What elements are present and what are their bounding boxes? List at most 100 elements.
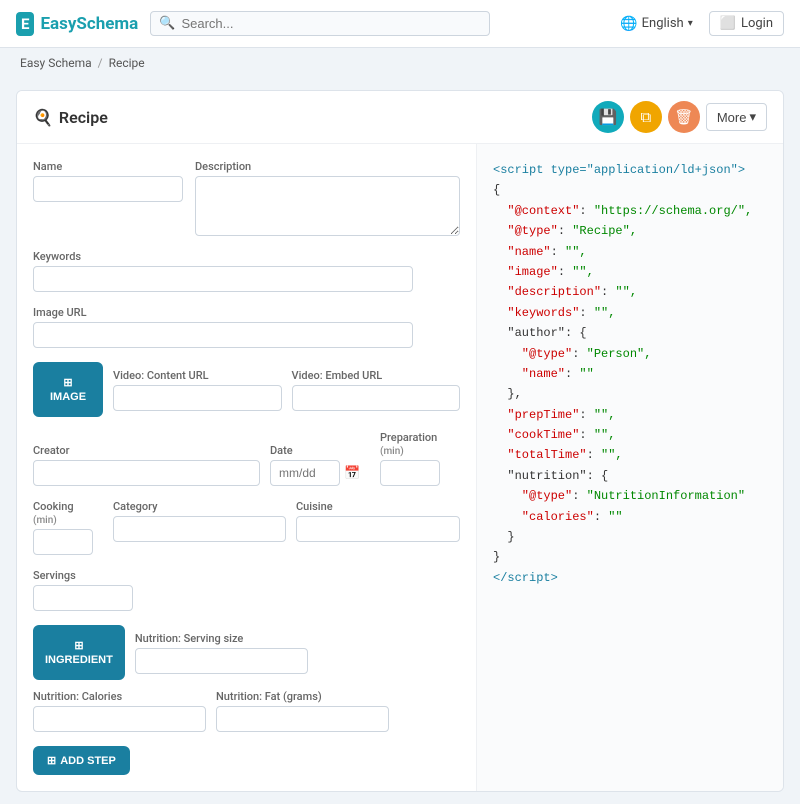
code-line: "@type": "NutritionInformation" bbox=[493, 486, 767, 506]
description-input[interactable] bbox=[195, 176, 460, 236]
video-content-input[interactable] bbox=[113, 385, 282, 411]
image-plus-icon: ⊞ bbox=[63, 376, 72, 389]
code-display: <script type="application/ld+json">{ "@c… bbox=[493, 160, 767, 588]
page-title: 🍳 Recipe bbox=[33, 108, 584, 127]
keywords-row: Keywords bbox=[33, 250, 460, 292]
breadcrumb-root[interactable]: Easy Schema bbox=[20, 56, 92, 70]
code-line: }, bbox=[493, 384, 767, 404]
search-bar[interactable]: 🔍 bbox=[150, 11, 490, 36]
prep-input[interactable]: 0 bbox=[380, 460, 440, 486]
code-line: "keywords": "", bbox=[493, 303, 767, 323]
code-line: "calories": "" bbox=[493, 507, 767, 527]
code-line: </script> bbox=[493, 568, 767, 588]
description-field: Description bbox=[195, 160, 460, 236]
nutrition-calories-input[interactable] bbox=[33, 706, 206, 732]
nutrition-calories-label: Nutrition: Calories bbox=[33, 690, 206, 703]
creator-input[interactable] bbox=[33, 460, 260, 486]
keywords-input[interactable] bbox=[33, 266, 413, 292]
logo-text: EasySchema bbox=[40, 14, 138, 34]
creator-field: Creator bbox=[33, 444, 260, 486]
code-line: <script type="application/ld+json"> bbox=[493, 160, 767, 180]
cooking-input[interactable]: 0 bbox=[33, 529, 93, 555]
more-label: More bbox=[717, 110, 747, 125]
code-line: "@context": "https://schema.org/", bbox=[493, 201, 767, 221]
cuisine-input[interactable] bbox=[296, 516, 460, 542]
two-column-layout: Name Description Keywords Image URL bbox=[17, 144, 783, 791]
more-button[interactable]: More ▾ bbox=[706, 103, 767, 131]
video-embed-input[interactable] bbox=[292, 385, 461, 411]
language-selector[interactable]: 🌐 English ▾ bbox=[620, 16, 693, 32]
video-embed-field: Video: Embed URL bbox=[292, 369, 461, 411]
nutrition-calories-field: Nutrition: Calories bbox=[33, 690, 206, 732]
cook-category-row: Cooking (min) 0 Category Cuisine bbox=[33, 500, 460, 555]
save-button[interactable]: 💾 bbox=[592, 101, 624, 133]
cooking-sublabel: (min) bbox=[33, 515, 57, 526]
addstep-row: ⊞ ADD STEP bbox=[33, 746, 460, 775]
video-content-label: Video: Content URL bbox=[113, 369, 282, 382]
date-label: Date bbox=[270, 444, 370, 457]
servings-label: Servings bbox=[33, 569, 460, 582]
image-button[interactable]: ⊞ IMAGE bbox=[33, 362, 103, 417]
name-field: Name bbox=[33, 160, 183, 202]
name-input[interactable] bbox=[33, 176, 183, 202]
delete-button[interactable]: 🗑 bbox=[668, 101, 700, 133]
code-line: "author": { bbox=[493, 323, 767, 343]
breadcrumb-separator: / bbox=[98, 56, 103, 70]
search-icon: 🔍 bbox=[159, 16, 175, 31]
code-line: "nutrition": { bbox=[493, 466, 767, 486]
imageurl-row: Image URL bbox=[33, 306, 460, 348]
servings-row: Servings bbox=[33, 569, 460, 611]
ingredient-button[interactable]: ⊞ INGREDIENT bbox=[33, 625, 125, 680]
chevron-down-icon: ▾ bbox=[688, 18, 693, 29]
addstep-button[interactable]: ⊞ ADD STEP bbox=[33, 746, 130, 775]
login-button[interactable]: ⬜ Login bbox=[709, 11, 784, 36]
date-input[interactable] bbox=[270, 460, 340, 486]
nutrition-servingsize-field: Nutrition: Serving size bbox=[135, 632, 308, 674]
code-line: "@type": "Person", bbox=[493, 344, 767, 364]
code-line: "totalTime": "", bbox=[493, 445, 767, 465]
category-label: Category bbox=[113, 500, 286, 513]
nutrition-servingsize-label: Nutrition: Serving size bbox=[135, 632, 308, 645]
nutrition-fat-input[interactable] bbox=[216, 706, 389, 732]
category-input[interactable] bbox=[113, 516, 286, 542]
video-content-field: Video: Content URL bbox=[113, 369, 282, 411]
search-input[interactable] bbox=[181, 16, 481, 31]
code-line: { bbox=[493, 180, 767, 200]
ingredient-plus-icon: ⊞ bbox=[74, 639, 83, 652]
page-content: 🍳 Recipe 💾 ⧉ 🗑 More ▾ Name Descrip bbox=[16, 90, 784, 792]
code-line: "description": "", bbox=[493, 282, 767, 302]
servings-input[interactable] bbox=[33, 585, 133, 611]
copy-button[interactable]: ⧉ bbox=[630, 101, 662, 133]
name-label: Name bbox=[33, 160, 183, 173]
breadcrumb: Easy Schema / Recipe bbox=[0, 48, 800, 78]
calendar-icon[interactable]: 📅 bbox=[344, 466, 360, 481]
recipe-icon: 🍳 bbox=[33, 108, 53, 127]
category-field: Category bbox=[113, 500, 286, 542]
image-video-row: ⊞ IMAGE Video: Content URL Video: Embed … bbox=[33, 362, 460, 417]
more-chevron-icon: ▾ bbox=[749, 109, 756, 125]
nutrition-fat-field: Nutrition: Fat (grams) bbox=[216, 690, 389, 732]
video-embed-label: Video: Embed URL bbox=[292, 369, 461, 382]
logo-area: E EasySchema bbox=[16, 12, 138, 36]
header-right: 🌐 English ▾ ⬜ Login bbox=[620, 11, 784, 36]
imageurl-field: Image URL bbox=[33, 306, 460, 348]
code-line: "@type": "Recipe", bbox=[493, 221, 767, 241]
nutrition-servingsize-input[interactable] bbox=[135, 648, 308, 674]
keywords-field: Keywords bbox=[33, 250, 460, 292]
prep-field: Preparation (min) 0 bbox=[380, 431, 460, 486]
cuisine-field: Cuisine bbox=[296, 500, 460, 542]
cooking-label-text: Cooking bbox=[33, 500, 74, 513]
description-label: Description bbox=[195, 160, 460, 173]
code-line: "cookTime": "", bbox=[493, 425, 767, 445]
code-line: "image": "", bbox=[493, 262, 767, 282]
ingredient-btn-label: INGREDIENT bbox=[45, 654, 113, 666]
login-icon: ⬜ bbox=[720, 16, 736, 31]
prep-sublabel: (min) bbox=[380, 446, 404, 457]
creator-date-row: Creator Date 📅 Preparation (min) 0 bbox=[33, 431, 460, 486]
breadcrumb-current: Recipe bbox=[109, 56, 145, 70]
globe-icon: 🌐 bbox=[620, 16, 637, 32]
cuisine-label: Cuisine bbox=[296, 500, 460, 513]
imageurl-input[interactable] bbox=[33, 322, 413, 348]
code-line: } bbox=[493, 547, 767, 567]
login-label: Login bbox=[741, 16, 773, 31]
